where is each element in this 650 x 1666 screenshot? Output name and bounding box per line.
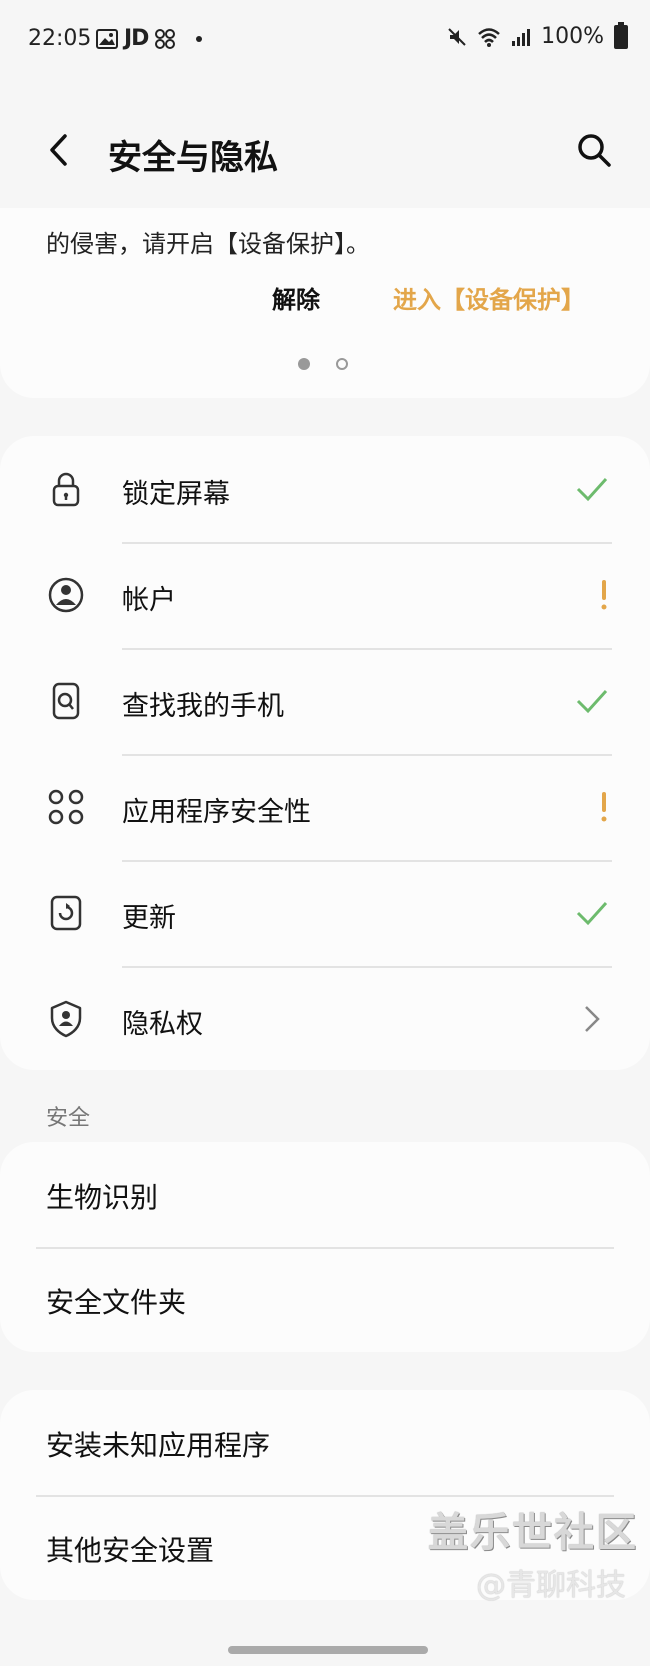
bixby-icon xyxy=(155,28,176,49)
check-icon xyxy=(576,477,608,502)
list-item-label: 锁定屏幕 xyxy=(122,479,230,510)
security-section-card: 生物识别 安全文件夹 xyxy=(0,1142,650,1352)
list-item-label: 更新 xyxy=(122,903,176,934)
enter-device-protection-button[interactable]: 进入【设备保护】 xyxy=(393,280,585,315)
list-item-lock-screen[interactable]: 锁定屏幕 xyxy=(0,436,650,542)
update-icon xyxy=(50,895,82,931)
app-header: 安全与隐私 xyxy=(0,100,650,210)
list-item-app-security[interactable]: 应用程序安全性 xyxy=(0,754,650,860)
list-item-find-my-phone[interactable]: 查找我的手机 xyxy=(0,648,650,754)
device-protection-banner: 的侵害，请开启【设备保护】。 解除 进入【设备保护】 xyxy=(0,208,650,398)
gallery-icon xyxy=(96,28,118,49)
apps-icon xyxy=(48,789,84,825)
section-header-security: 安全 xyxy=(46,1106,91,1131)
security-status-list: 锁定屏幕 帐户 查找我的手机 应用程序安全性 更新 隐私权 xyxy=(0,436,650,1070)
find-phone-icon xyxy=(52,682,80,720)
battery-icon xyxy=(614,21,628,49)
home-indicator[interactable] xyxy=(228,1646,428,1654)
pager-dot-active[interactable] xyxy=(298,358,310,370)
list-item-label: 其他安全设置 xyxy=(46,1534,215,1567)
dismiss-button[interactable]: 解除 xyxy=(272,280,320,315)
list-item-install-unknown-apps[interactable]: 安装未知应用程序 xyxy=(0,1390,650,1495)
privacy-shield-icon xyxy=(50,1000,82,1038)
mute-icon xyxy=(448,27,466,46)
list-item-privacy[interactable]: 隐私权 xyxy=(0,966,650,1072)
check-icon xyxy=(576,689,608,714)
watermark-author: @青聊科技 xyxy=(476,1568,626,1603)
list-item-label: 应用程序安全性 xyxy=(122,797,311,828)
status-bar: 22:05 JD 100% xyxy=(0,0,650,80)
list-item-label: 生物识别 xyxy=(46,1181,159,1214)
more-notifications-dot xyxy=(196,35,203,42)
pager-dot-inactive[interactable] xyxy=(336,358,348,370)
warning-icon xyxy=(601,792,607,822)
check-icon xyxy=(576,901,608,926)
battery-percentage: 100% xyxy=(541,24,604,49)
search-icon[interactable] xyxy=(574,130,614,170)
banner-text: 的侵害，请开启【设备保护】。 xyxy=(46,230,370,258)
list-item-label: 隐私权 xyxy=(122,1009,203,1040)
jd-app-icon: JD xyxy=(124,26,149,51)
page-title: 安全与隐私 xyxy=(108,138,278,178)
wifi-icon xyxy=(478,27,500,47)
list-item-secure-folder[interactable]: 安全文件夹 xyxy=(0,1247,650,1352)
list-item-label: 查找我的手机 xyxy=(122,691,284,722)
watermark-community: 盖乐世社区 xyxy=(428,1510,638,1556)
status-time: 22:05 xyxy=(28,26,92,51)
signal-icon xyxy=(512,28,531,46)
list-item-update[interactable]: 更新 xyxy=(0,860,650,966)
banner-pager xyxy=(298,358,348,370)
account-icon xyxy=(48,577,84,613)
list-item-label: 安全文件夹 xyxy=(46,1286,187,1319)
list-item-account[interactable]: 帐户 xyxy=(0,542,650,648)
lock-icon xyxy=(52,472,80,507)
chevron-right-icon xyxy=(585,1006,600,1032)
notification-icons: JD xyxy=(96,26,203,51)
list-item-label: 帐户 xyxy=(122,585,176,616)
system-icons: 100% xyxy=(447,21,628,49)
list-item-label: 安装未知应用程序 xyxy=(46,1429,271,1462)
list-item-biometrics[interactable]: 生物识别 xyxy=(0,1142,650,1247)
warning-icon xyxy=(601,580,607,610)
back-icon[interactable] xyxy=(40,130,80,170)
